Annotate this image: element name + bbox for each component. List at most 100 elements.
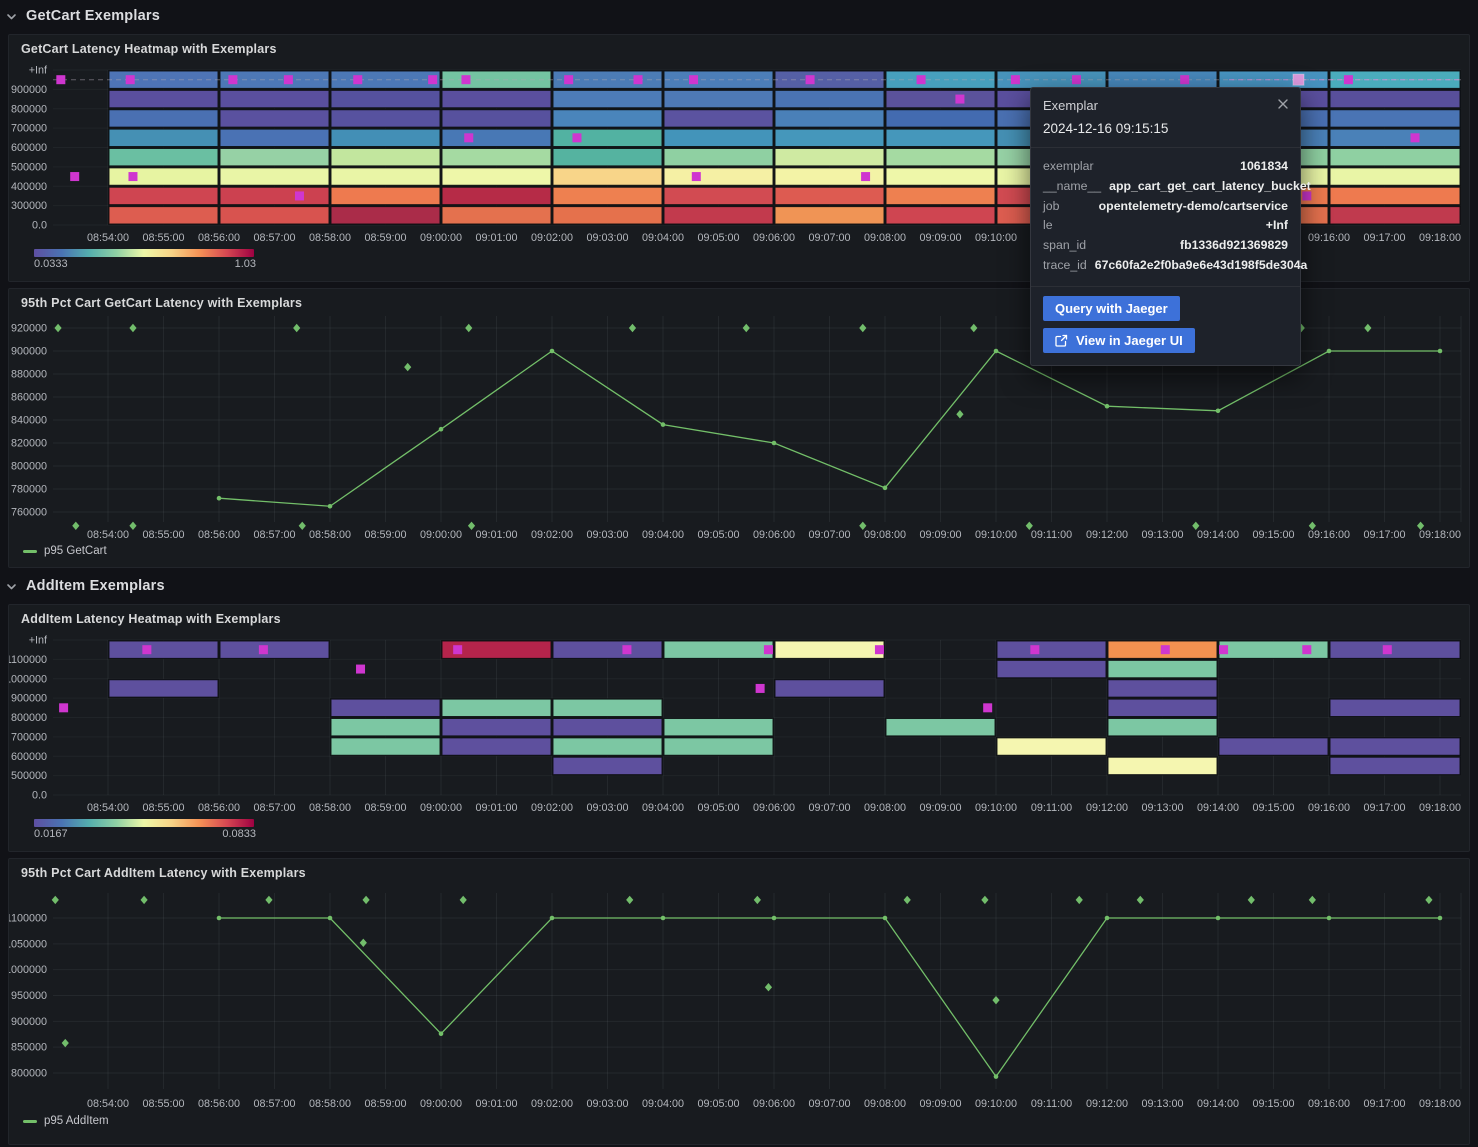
svg-text:08:57:00: 08:57:00	[253, 1098, 295, 1110]
section-header-getcart[interactable]: GetCart Exemplars	[6, 4, 160, 28]
svg-text:09:13:00: 09:13:00	[1141, 802, 1183, 814]
panel-title[interactable]: 95th Pct Cart GetCart Latency with Exemp…	[21, 296, 302, 310]
svg-text:760000: 760000	[11, 507, 47, 519]
svg-text:700000: 700000	[11, 123, 47, 135]
panel-title[interactable]: 95th Pct Cart AddItem Latency with Exemp…	[21, 866, 306, 880]
svg-text:900000: 900000	[11, 346, 47, 358]
svg-text:800000: 800000	[11, 1067, 47, 1079]
svg-text:780000: 780000	[11, 484, 47, 496]
series-color-swatch	[23, 550, 37, 553]
panel-title[interactable]: AddItem Latency Heatmap with Exemplars	[21, 612, 281, 626]
legend-item-p95-getcart[interactable]: p95 GetCart	[23, 545, 107, 557]
svg-text:09:11:00: 09:11:00	[1031, 529, 1072, 541]
tooltip-row: le+Inf	[1043, 216, 1288, 236]
svg-text:09:05:00: 09:05:00	[697, 529, 739, 541]
svg-text:0.0: 0.0	[32, 790, 47, 802]
svg-text:09:13:00: 09:13:00	[1141, 529, 1183, 541]
tooltip-row-key: trace_id	[1043, 256, 1087, 276]
panel-title[interactable]: GetCart Latency Heatmap with Exemplars	[21, 42, 277, 56]
svg-text:09:05:00: 09:05:00	[697, 1098, 739, 1110]
svg-text:09:09:00: 09:09:00	[919, 802, 961, 814]
svg-text:1100000: 1100000	[9, 654, 47, 666]
svg-text:880000: 880000	[11, 369, 47, 381]
svg-text:600000: 600000	[11, 751, 47, 763]
svg-text:09:02:00: 09:02:00	[531, 1098, 573, 1110]
tooltip-row: job opentelemetry-demo/cartservice	[1043, 197, 1288, 217]
svg-text:09:03:00: 09:03:00	[586, 1098, 628, 1110]
svg-text:09:01:00: 09:01:00	[475, 802, 517, 814]
legend-item-p95-additem[interactable]: p95 AddItem	[23, 1115, 109, 1127]
svg-text:09:17:00: 09:17:00	[1363, 802, 1405, 814]
scale-min: 0.0333	[34, 258, 68, 270]
svg-text:09:15:00: 09:15:00	[1252, 802, 1294, 814]
tooltip-title: Exemplar	[1043, 98, 1098, 113]
query-with-jaeger-button[interactable]: Query with Jaeger	[1043, 296, 1180, 321]
svg-text:0.0: 0.0	[32, 220, 47, 232]
svg-text:+Inf: +Inf	[29, 65, 48, 77]
svg-text:09:08:00: 09:08:00	[864, 529, 906, 541]
svg-text:920000: 920000	[11, 323, 47, 335]
close-icon[interactable]	[1278, 98, 1288, 111]
button-label: View in Jaeger UI	[1076, 333, 1183, 348]
svg-text:900000: 900000	[11, 693, 47, 705]
svg-text:+Inf: +Inf	[29, 635, 48, 647]
svg-text:09:18:00: 09:18:00	[1419, 802, 1461, 814]
svg-text:09:17:00: 09:17:00	[1363, 1098, 1405, 1110]
svg-text:09:10:00: 09:10:00	[975, 232, 1017, 244]
svg-text:09:18:00: 09:18:00	[1419, 232, 1461, 244]
chevron-down-icon	[6, 581, 17, 592]
svg-text:09:10:00: 09:10:00	[975, 802, 1017, 814]
svg-text:09:14:00: 09:14:00	[1197, 1098, 1239, 1110]
svg-text:1100000: 1100000	[9, 913, 47, 925]
svg-text:08:59:00: 08:59:00	[364, 802, 406, 814]
section-header-additem[interactable]: AddItem Exemplars	[6, 574, 165, 598]
svg-text:09:10:00: 09:10:00	[975, 529, 1017, 541]
svg-text:600000: 600000	[11, 142, 47, 154]
svg-text:08:54:00: 08:54:00	[87, 232, 129, 244]
svg-text:09:02:00: 09:02:00	[531, 232, 573, 244]
exemplar-tooltip: Exemplar 2024-12-16 09:15:15 exemplar106…	[1030, 87, 1301, 366]
additem-heatmap-chart[interactable]: +Inf110000010000009000008000007000006000…	[9, 605, 1469, 851]
svg-text:08:56:00: 08:56:00	[198, 529, 240, 541]
svg-text:800000: 800000	[11, 103, 47, 115]
series-color-swatch	[23, 1120, 37, 1123]
svg-text:09:05:00: 09:05:00	[697, 802, 739, 814]
tooltip-row-value: fb1336d921369829	[1180, 236, 1288, 256]
svg-text:08:55:00: 08:55:00	[142, 802, 184, 814]
svg-text:1050000: 1050000	[9, 938, 47, 950]
heatmap-scale-labels: 0.0167 0.0833	[34, 828, 256, 840]
scale-max: 0.0833	[222, 828, 256, 840]
tooltip-row-value: 1061834	[1240, 157, 1288, 177]
svg-text:800000: 800000	[11, 461, 47, 473]
tooltip-row-value: opentelemetry-demo/cartservice	[1099, 197, 1288, 217]
tooltip-row-value: app_cart_get_cart_latency_bucket	[1109, 177, 1311, 197]
svg-text:09:18:00: 09:18:00	[1419, 1098, 1461, 1110]
svg-text:09:06:00: 09:06:00	[753, 529, 795, 541]
heatmap-scale-labels: 0.0333 1.03	[34, 258, 256, 270]
tooltip-row: __name__app_cart_get_cart_latency_bucket	[1043, 177, 1288, 197]
svg-text:09:02:00: 09:02:00	[531, 529, 573, 541]
view-in-jaeger-button[interactable]: View in Jaeger UI	[1043, 328, 1195, 353]
svg-text:950000: 950000	[11, 990, 47, 1002]
tooltip-row-value: 67c60fa2e2f0ba9e6e43d198f5de304a	[1095, 256, 1308, 276]
svg-text:09:04:00: 09:04:00	[642, 529, 684, 541]
svg-text:09:17:00: 09:17:00	[1363, 529, 1405, 541]
tooltip-row-key: exemplar	[1043, 157, 1094, 177]
svg-text:08:55:00: 08:55:00	[142, 529, 184, 541]
tooltip-label-rows: exemplar 1061834__name__app_cart_get_cart…	[1031, 147, 1300, 286]
svg-text:09:17:00: 09:17:00	[1363, 232, 1405, 244]
svg-text:08:58:00: 08:58:00	[309, 232, 351, 244]
tooltip-row-key: job	[1043, 197, 1059, 217]
svg-text:09:04:00: 09:04:00	[642, 232, 684, 244]
additem-p95-chart[interactable]: 8000008500009000009500001000000105000011…	[9, 859, 1469, 1111]
svg-text:1000000: 1000000	[9, 673, 47, 685]
svg-text:09:00:00: 09:00:00	[420, 529, 462, 541]
svg-text:1000000: 1000000	[9, 964, 47, 976]
svg-text:09:00:00: 09:00:00	[420, 1098, 462, 1110]
svg-text:09:15:00: 09:15:00	[1252, 1098, 1294, 1110]
svg-text:09:06:00: 09:06:00	[753, 802, 795, 814]
external-link-icon	[1055, 334, 1068, 347]
svg-text:09:01:00: 09:01:00	[475, 232, 517, 244]
svg-text:09:04:00: 09:04:00	[642, 802, 684, 814]
svg-text:500000: 500000	[11, 770, 47, 782]
